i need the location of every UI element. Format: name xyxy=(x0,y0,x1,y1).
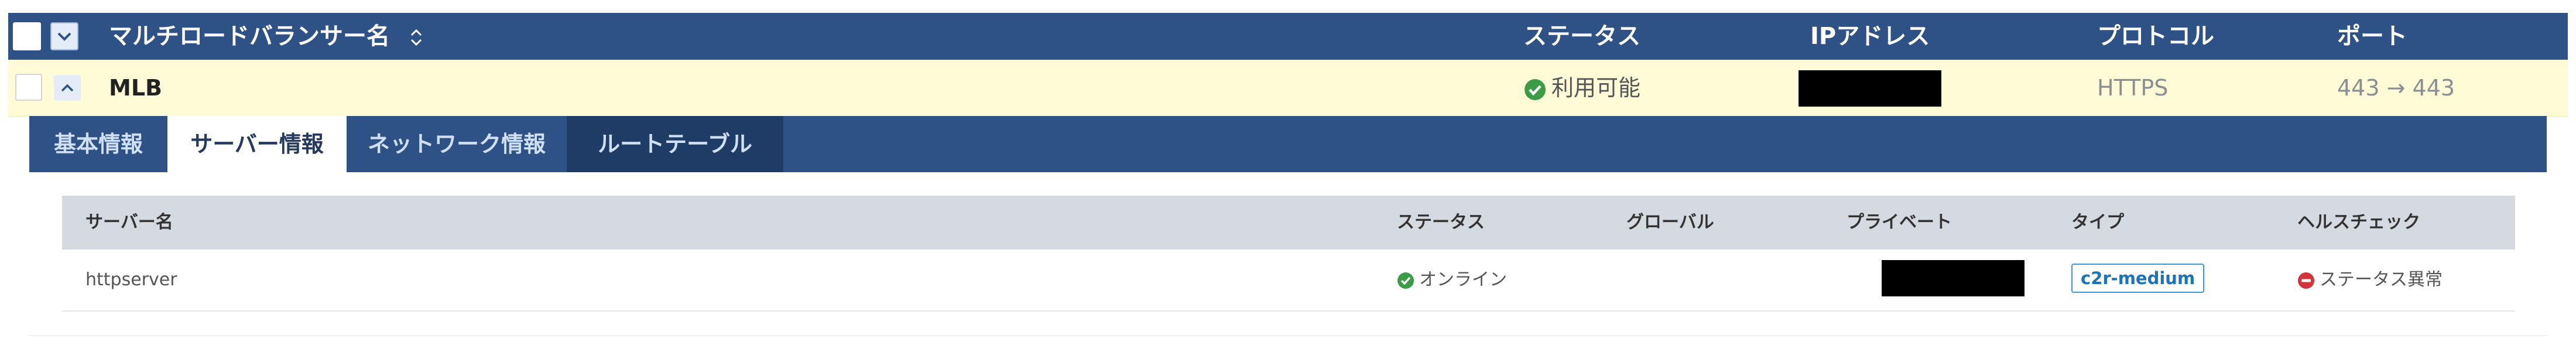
tab-network-info[interactable]: ネットワーク情報 xyxy=(347,116,567,172)
column-header-status: ステータス xyxy=(1523,23,1640,50)
load-balancer-status: 利用可能 xyxy=(1523,60,1640,116)
table-row[interactable]: httpserver オンライン c2r-medium ステータス異常 xyxy=(62,250,2515,312)
server-column-status: ステータス xyxy=(1397,212,1485,233)
load-balancer-row[interactable]: MLB 利用可能 HTTPS 443 → 443 xyxy=(8,60,2568,117)
server-column-healthcheck: ヘルスチェック xyxy=(2297,212,2420,233)
collapse-row-button[interactable] xyxy=(54,75,81,101)
server-column-name: サーバー名 xyxy=(85,212,173,233)
redacted-ip-address xyxy=(1799,70,1941,107)
tab-server-info[interactable]: サーバー情報 xyxy=(167,116,347,172)
load-balancer-port: 443 → 443 xyxy=(2337,75,2455,101)
sort-icon[interactable] xyxy=(409,27,424,48)
column-header-ip: IPアドレス xyxy=(1810,23,1930,50)
load-balancer-name[interactable]: MLB xyxy=(109,60,162,116)
server-table-header: サーバー名 ステータス グローバル プライベート タイプ ヘルスチェック xyxy=(62,196,2515,250)
server-type-badge: c2r-medium xyxy=(2071,264,2205,293)
column-header-name-label: マルチロードバランサー名 xyxy=(109,23,390,50)
server-health-text: ステータス異常 xyxy=(2320,269,2443,290)
select-all-checkbox[interactable] xyxy=(13,22,41,50)
detail-tabs: 基本情報 サーバー情報 ネットワーク情報 ルートテーブル xyxy=(29,116,2547,172)
server-status-text: オンライン xyxy=(1419,269,1507,290)
load-balancer-protocol: HTTPS xyxy=(2097,75,2169,101)
check-circle-icon xyxy=(1397,272,1414,289)
check-circle-icon xyxy=(1525,78,1546,100)
column-header-protocol: プロトコル xyxy=(2097,23,2214,50)
minus-circle-icon xyxy=(2298,272,2314,289)
detail-panel: 基本情報 サーバー情報 ネットワーク情報 ルートテーブル サーバー名 ステータス… xyxy=(29,116,2547,336)
bulk-action-dropdown[interactable] xyxy=(50,22,78,50)
redacted-private-ip xyxy=(1882,260,2025,296)
column-header-name[interactable]: マルチロードバランサー名 xyxy=(109,13,424,60)
server-name[interactable]: httpserver xyxy=(85,250,177,310)
server-column-private: プライベート xyxy=(1847,212,1952,233)
server-info-content: サーバー名 ステータス グローバル プライベート タイプ ヘルスチェック htt… xyxy=(29,172,2547,335)
server-status: オンライン xyxy=(1397,250,1507,310)
row-checkbox[interactable] xyxy=(15,74,42,101)
server-health: ステータス異常 xyxy=(2297,250,2443,310)
server-column-global: グローバル xyxy=(1626,212,1714,233)
column-header-port: ポート xyxy=(2337,23,2407,50)
server-column-type: タイプ xyxy=(2071,212,2124,233)
table-header: マルチロードバランサー名 ステータス IPアドレス プロトコル ポート xyxy=(8,13,2568,60)
chevron-down-icon xyxy=(57,32,71,41)
chevron-up-icon xyxy=(61,84,74,92)
tab-basic-info[interactable]: 基本情報 xyxy=(29,116,167,172)
load-balancer-status-text: 利用可能 xyxy=(1551,75,1641,101)
tab-route-table[interactable]: ルートテーブル xyxy=(567,116,783,172)
